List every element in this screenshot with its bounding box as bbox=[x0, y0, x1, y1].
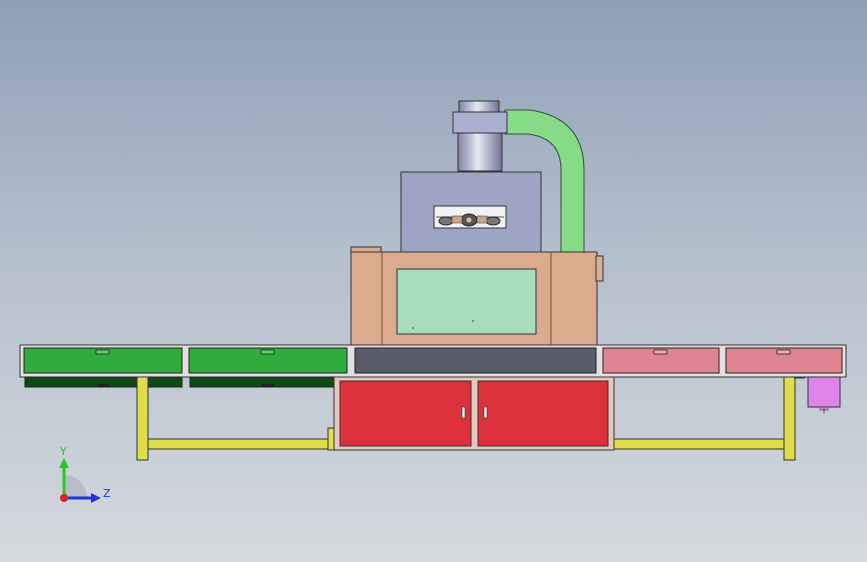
viewing-window bbox=[396, 268, 537, 335]
cad-viewport[interactable]: Y Z bbox=[0, 0, 867, 562]
door-handle-left bbox=[461, 406, 466, 419]
lamp-housing bbox=[400, 171, 542, 253]
cabinet-door-right bbox=[477, 380, 609, 447]
y-axis-label: Y bbox=[59, 445, 67, 458]
z-axis-label: Z bbox=[103, 487, 111, 500]
belt-segment-center bbox=[354, 347, 597, 374]
fan-cylinder bbox=[452, 100, 508, 172]
x-axis-dot bbox=[60, 494, 68, 502]
door-handle-right bbox=[483, 406, 488, 419]
cabinet-door-left bbox=[339, 380, 472, 447]
drive-motor bbox=[807, 376, 841, 413]
axis-triad: Y Z bbox=[59, 445, 111, 503]
machine-drawing: Y Z bbox=[19, 100, 847, 503]
curing-chamber bbox=[350, 246, 604, 347]
base-cabinet bbox=[333, 376, 615, 451]
